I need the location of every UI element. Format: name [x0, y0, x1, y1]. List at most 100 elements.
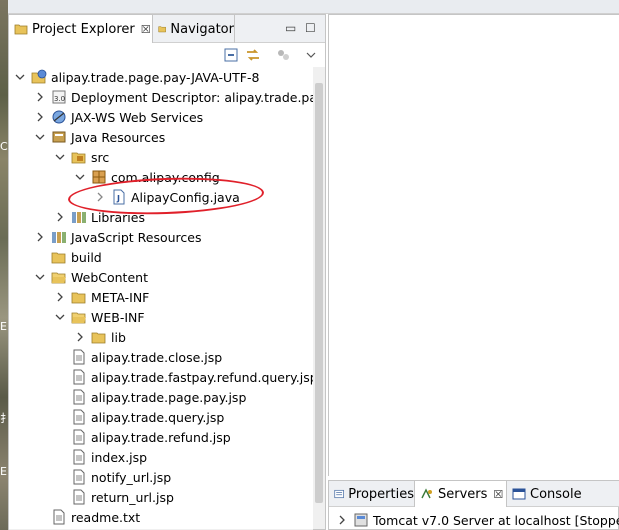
tree-item-label: alipay.trade.refund.jsp — [91, 429, 231, 445]
tree-item-label: lib — [111, 329, 126, 345]
link-with-editor-icon[interactable] — [245, 47, 261, 63]
chevron-down-icon[interactable] — [303, 47, 319, 63]
svg-text:3.0: 3.0 — [54, 95, 65, 103]
tab-servers[interactable]: Servers ☒ — [415, 481, 507, 507]
chevron-right-icon[interactable] — [33, 107, 47, 127]
console-icon — [512, 488, 526, 500]
tree-item-jsp-file[interactable]: index.jsp — [71, 447, 147, 467]
jsp-file-icon — [73, 349, 85, 365]
tree-item-lib[interactable]: lib — [73, 327, 126, 347]
tree-item-java-resources[interactable]: Java Resources — [33, 127, 165, 147]
tree-item-web-inf[interactable]: WEB-INF — [53, 307, 145, 327]
chevron-down-icon[interactable] — [33, 267, 47, 287]
javascript-resources-icon — [52, 232, 66, 243]
close-icon[interactable]: ☒ — [493, 488, 503, 501]
server-icon — [354, 513, 368, 527]
chevron-down-icon[interactable] — [53, 307, 67, 327]
server-entry[interactable]: Tomcat v7.0 Server at localhost [Stopped — [335, 510, 619, 530]
tree-item-package[interactable]: com.alipay.config — [73, 167, 220, 187]
source-folder-icon — [71, 152, 86, 164]
tree-item-libraries[interactable]: Libraries — [53, 207, 145, 227]
tree-item-label: WebContent — [71, 269, 148, 285]
jsp-file-icon — [73, 489, 85, 505]
view-menu-circles-icon[interactable] — [276, 47, 292, 63]
tree-item-src[interactable]: src — [53, 147, 109, 167]
tab-label: Servers — [438, 486, 488, 502]
folder-open-icon — [51, 272, 66, 284]
tree-item-label: JAX-WS Web Services — [71, 109, 204, 125]
tree-item-jsp-file[interactable]: return_url.jsp — [71, 487, 174, 507]
tree-item-javascript-resources[interactable]: JavaScript Resources — [33, 227, 201, 247]
web-project-icon — [31, 69, 47, 84]
chevron-right-icon[interactable] — [53, 207, 67, 227]
tree-item-jsp-file[interactable]: alipay.trade.page.pay.jsp — [71, 387, 246, 407]
tree-item-label: alipay.trade.close.jsp — [91, 349, 223, 365]
minimize-icon[interactable]: ▭ — [285, 21, 296, 35]
close-icon[interactable]: ☒ — [141, 23, 151, 36]
collapse-all-icon[interactable] — [223, 47, 239, 63]
tree-item-label: return_url.jsp — [91, 489, 174, 505]
tree-item-label: alipay.trade.query.jsp — [91, 409, 225, 425]
chevron-right-icon[interactable] — [53, 287, 67, 307]
tree-item-readme[interactable]: readme.txt — [51, 507, 140, 527]
jsp-file-icon — [73, 369, 85, 385]
tree-item-meta-inf[interactable]: META-INF — [53, 287, 149, 307]
tree-item-label: build — [71, 249, 102, 265]
scrollbar-thumb[interactable] — [315, 83, 323, 503]
tree-item-label: META-INF — [91, 289, 150, 305]
tree-item-label: alipay.trade.page.pay.jsp — [91, 389, 247, 405]
chevron-right-icon[interactable] — [93, 187, 107, 207]
tree-item-jsp-file[interactable]: alipay.trade.refund.jsp — [71, 427, 231, 447]
tree-item-alipayconfig-java[interactable]: J AlipayConfig.java — [93, 187, 240, 207]
web-services-icon — [52, 110, 66, 124]
folder-icon — [51, 252, 66, 264]
tree-item-jsp-file[interactable]: alipay.trade.close.jsp — [71, 347, 222, 367]
chevron-right-icon[interactable] — [73, 327, 87, 347]
tab-properties[interactable]: Properties — [329, 481, 415, 507]
project-tree: alipay.trade.page.pay-JAVA-UTF-8 3.0 Dep… — [9, 67, 313, 529]
tree-item-jaxws[interactable]: JAX-WS Web Services — [33, 107, 203, 127]
jsp-file-icon — [73, 469, 85, 485]
tree-item-label: JavaScript Resources — [71, 229, 202, 245]
tree-item-label: Libraries — [91, 209, 145, 225]
project-explorer-icon — [14, 24, 28, 35]
tab-project-explorer[interactable]: Project Explorer ☒ — [9, 15, 153, 43]
tab-navigator[interactable]: Navigator — [153, 15, 235, 43]
servers-icon — [421, 488, 432, 499]
tree-item-jsp-file[interactable]: alipay.trade.query.jsp — [71, 407, 224, 427]
tree-item-label: AlipayConfig.java — [131, 189, 240, 205]
editor-area — [328, 14, 619, 476]
chevron-down-icon[interactable] — [53, 147, 67, 167]
tab-label: Project Explorer — [32, 21, 135, 37]
bg-letter: E — [0, 465, 7, 478]
server-label: Tomcat v7.0 Server at localhost [Stopped — [373, 512, 619, 528]
text-file-icon — [53, 509, 65, 525]
maximize-icon[interactable]: ☐ — [305, 21, 316, 35]
tree-item-label: src — [91, 149, 110, 165]
chevron-right-icon[interactable] — [33, 227, 47, 247]
chevron-down-icon[interactable] — [73, 167, 87, 187]
tree-item-project[interactable]: alipay.trade.page.pay-JAVA-UTF-8 — [13, 67, 259, 87]
chevron-down-icon[interactable] — [13, 67, 27, 87]
chevron-down-icon[interactable] — [33, 127, 47, 147]
bg-letter: E — [0, 320, 7, 333]
tree-item-build[interactable]: build — [51, 247, 102, 267]
tree-item-label: alipay.trade.fastpay.refund.query.jsp — [91, 369, 313, 385]
tab-console[interactable]: Console — [507, 481, 587, 507]
tree-item-jsp-file[interactable]: alipay.trade.fastpay.refund.query.jsp — [71, 367, 313, 387]
chevron-right-icon[interactable] — [33, 87, 47, 107]
tree-item-jsp-file[interactable]: notify_url.jsp — [71, 467, 171, 487]
tab-label: Navigator — [170, 21, 234, 37]
tree-item-deployment-descriptor[interactable]: 3.0 Deployment Descriptor: alipay.trade.… — [33, 87, 313, 107]
properties-icon — [334, 489, 344, 499]
tree-item-webcontent[interactable]: WebContent — [33, 267, 148, 287]
java-resources-icon — [52, 131, 66, 143]
jsp-file-icon — [73, 409, 85, 425]
view-toolbar — [9, 43, 325, 67]
chevron-right-icon[interactable] — [335, 510, 349, 530]
view-tab-bar: Project Explorer ☒ Navigator ▭ ☐ — [9, 15, 325, 43]
vertical-scrollbar[interactable] — [313, 67, 325, 529]
panel-tab-bar: Properties Servers ☒ Console — [329, 481, 619, 507]
folder-icon — [91, 332, 106, 344]
folder-open-icon — [71, 312, 86, 324]
